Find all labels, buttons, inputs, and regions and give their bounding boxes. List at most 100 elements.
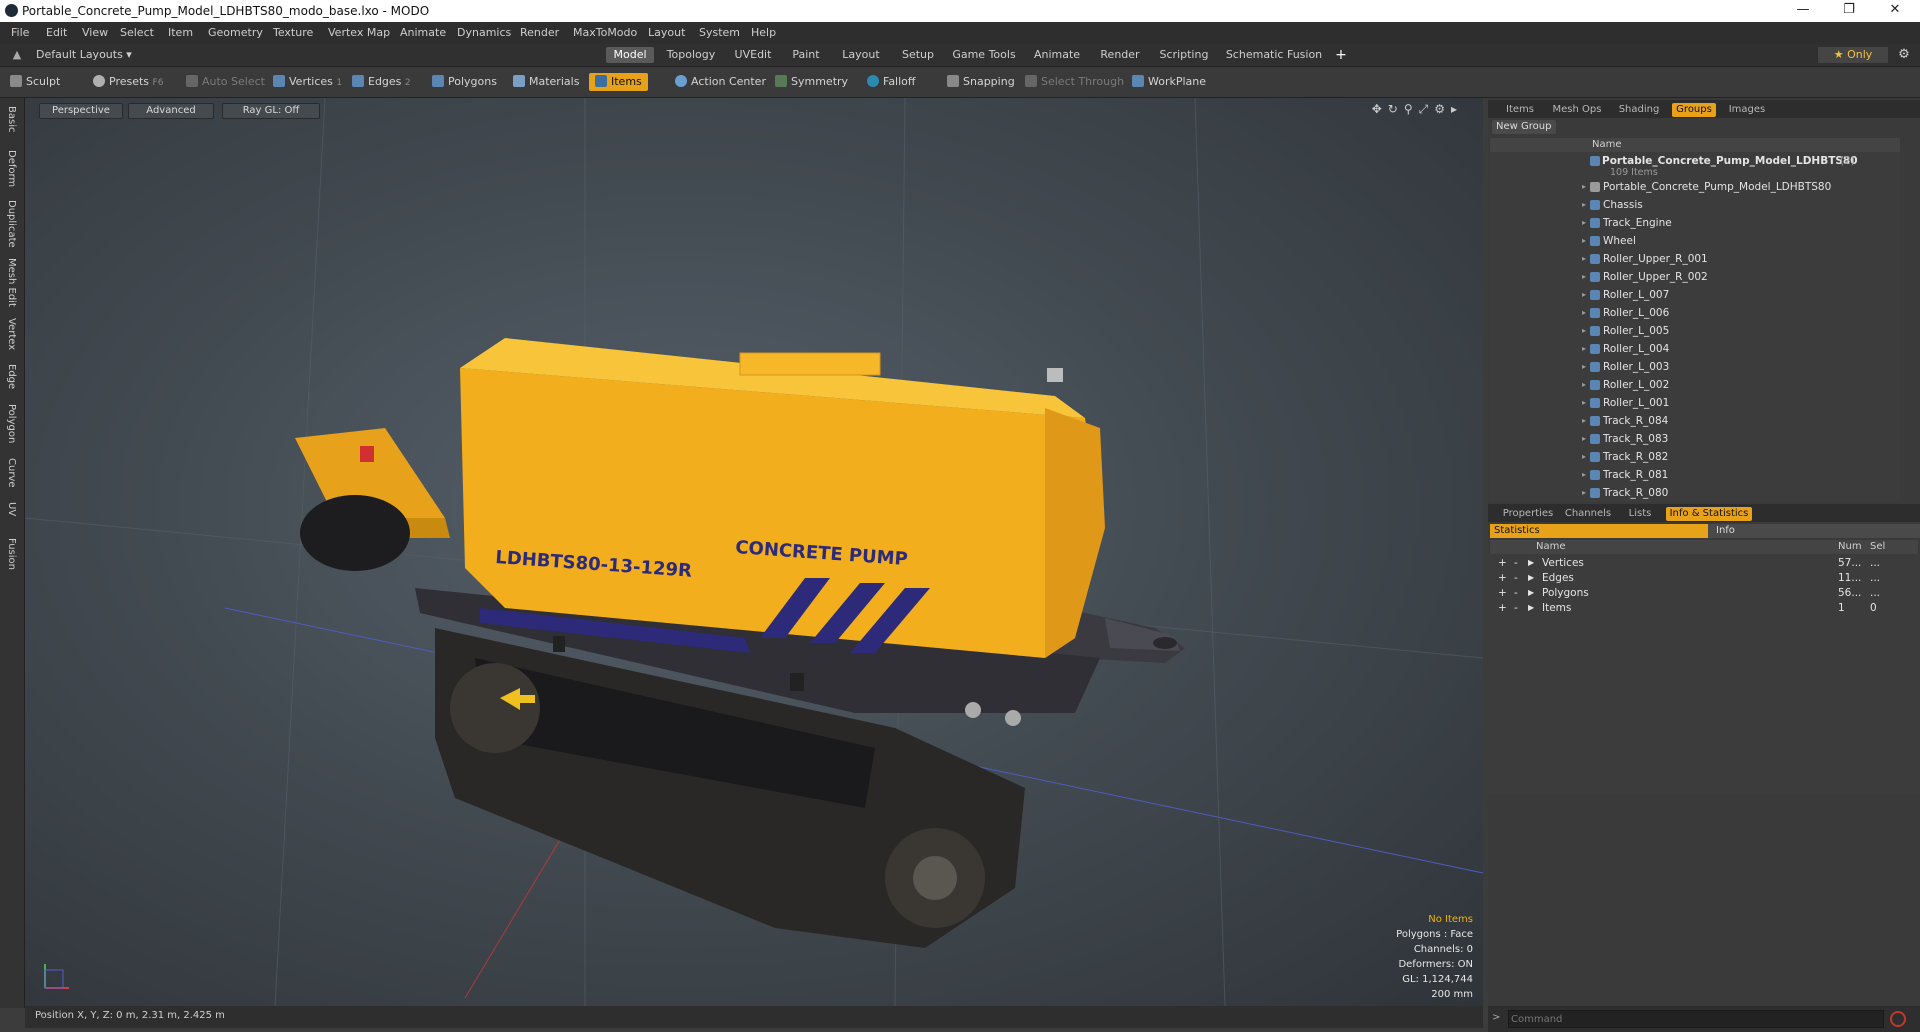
- auto-select-button[interactable]: Auto Select: [186, 73, 265, 91]
- tab-vertex[interactable]: Vertex: [6, 318, 17, 350]
- menu-file[interactable]: File: [11, 26, 29, 39]
- tab-layout[interactable]: Layout: [836, 47, 886, 63]
- tab-info-statistics[interactable]: Info & Statistics: [1666, 507, 1752, 521]
- group-item-row[interactable]: ▸ Roller_L_006: [1490, 304, 1900, 322]
- action-center-button[interactable]: Action Center: [675, 73, 766, 91]
- tab-mesh-edit[interactable]: Mesh Edit: [6, 258, 17, 307]
- tab-channels[interactable]: Channels: [1562, 507, 1614, 521]
- expand-arrow-icon[interactable]: ▸: [1582, 286, 1586, 304]
- menu-system[interactable]: System: [699, 26, 740, 39]
- expand-arrow-icon[interactable]: ▸: [1582, 394, 1586, 412]
- menu-layout[interactable]: Layout: [648, 26, 685, 39]
- expand-arrow-icon[interactable]: ▶: [1528, 599, 1534, 617]
- tab-curve[interactable]: Curve: [6, 458, 17, 488]
- group-item-row[interactable]: ▸ Roller_L_007: [1490, 286, 1900, 304]
- expand-arrow-icon[interactable]: ▸: [1582, 484, 1586, 502]
- expand-arrow-icon[interactable]: ▸: [1582, 430, 1586, 448]
- group-item-row[interactable]: ▸ Track_R_080: [1490, 484, 1900, 502]
- tab-render[interactable]: Render: [1094, 47, 1146, 63]
- expand-arrow-icon[interactable]: ▸: [1582, 376, 1586, 394]
- expand-arrow-icon[interactable]: ▸: [1582, 304, 1586, 322]
- group-item-row[interactable]: ▸ Roller_Upper_R_002: [1490, 268, 1900, 286]
- expand-arrow-icon[interactable]: ▸: [1582, 358, 1586, 376]
- symmetry-button[interactable]: Symmetry: [775, 73, 848, 91]
- subtab-info[interactable]: Info: [1708, 524, 1920, 538]
- menu-geometry[interactable]: Geometry: [208, 26, 263, 39]
- group-item-row[interactable]: ▸ Wheel: [1490, 232, 1900, 250]
- tab-shading[interactable]: Shading: [1614, 103, 1664, 117]
- expand-arrow-icon[interactable]: ▸: [1582, 178, 1586, 196]
- expand-arrow-icon[interactable]: ▸: [1582, 322, 1586, 340]
- group-item-row[interactable]: ▸ Chassis: [1490, 196, 1900, 214]
- tab-uvedit[interactable]: UVEdit: [730, 47, 776, 63]
- materials-button[interactable]: Materials: [513, 73, 579, 91]
- command-input[interactable]: [1508, 1010, 1884, 1028]
- workplane-button[interactable]: WorkPlane: [1132, 73, 1206, 91]
- menu-vertex-map[interactable]: Vertex Map: [328, 26, 390, 39]
- expand-arrow-icon[interactable]: ▸: [1582, 448, 1586, 466]
- record-icon[interactable]: [1890, 1011, 1906, 1027]
- menu-animate[interactable]: Animate: [400, 26, 446, 39]
- expand-arrow-icon[interactable]: ▸: [1582, 214, 1586, 232]
- menu-select[interactable]: Select: [120, 26, 154, 39]
- menu-render[interactable]: Render: [520, 26, 559, 39]
- add-tab-button[interactable]: +: [1334, 47, 1348, 63]
- tab-uv[interactable]: UV: [6, 502, 17, 516]
- tab-game-tools[interactable]: Game Tools: [950, 47, 1018, 63]
- expand-arrow-icon[interactable]: ▸: [1582, 268, 1586, 286]
- edges-button[interactable]: Edges 2: [352, 73, 411, 91]
- tab-mesh-ops[interactable]: Mesh Ops: [1548, 103, 1606, 117]
- falloff-button[interactable]: Falloff: [867, 73, 915, 91]
- tab-images[interactable]: Images: [1724, 103, 1770, 117]
- group-item-row[interactable]: ▸ Portable_Concrete_Pump_Model_LDHBTS80: [1490, 178, 1900, 196]
- stats-row[interactable]: + - ▶ Items 1 0: [1490, 599, 1918, 617]
- expand-arrow-icon[interactable]: ▸: [1582, 340, 1586, 358]
- group-item-row[interactable]: ▸ Track_R_082: [1490, 448, 1900, 466]
- 3d-viewport[interactable]: Perspective Advanced Ray GL: Off ✥↻⚲⤢⚙▸: [25, 98, 1483, 1006]
- snapping-button[interactable]: Snapping: [947, 73, 1015, 91]
- expand-arrow-icon[interactable]: ▸: [1582, 412, 1586, 430]
- only-toggle[interactable]: ★ Only: [1818, 47, 1888, 63]
- close-button[interactable]: ✕: [1872, 2, 1918, 20]
- tab-polygon[interactable]: Polygon: [6, 404, 17, 443]
- tab-duplicate[interactable]: Duplicate: [6, 200, 17, 248]
- menu-maxtomodo[interactable]: MaxToModo: [573, 26, 637, 39]
- tab-groups[interactable]: Groups: [1672, 103, 1716, 117]
- tab-topology[interactable]: Topology: [662, 47, 720, 63]
- group-item-row[interactable]: ▸ Track_Engine: [1490, 214, 1900, 232]
- menu-view[interactable]: View: [82, 26, 108, 39]
- tab-fusion[interactable]: Fusion: [6, 538, 17, 570]
- group-item-row[interactable]: ▸ Roller_Upper_R_001: [1490, 250, 1900, 268]
- group-item-row[interactable]: ▸ Track_R_084: [1490, 412, 1900, 430]
- tab-scripting[interactable]: Scripting: [1156, 47, 1212, 63]
- tab-deform[interactable]: Deform: [6, 150, 17, 187]
- maximize-button[interactable]: ❐: [1826, 2, 1872, 20]
- group-item-row[interactable]: ▸ Track_R_083: [1490, 430, 1900, 448]
- select-through-button[interactable]: Select Through: [1025, 73, 1124, 91]
- tab-properties[interactable]: Properties: [1500, 507, 1556, 521]
- tab-paint[interactable]: Paint: [786, 47, 826, 63]
- new-group-button[interactable]: New Group: [1492, 120, 1556, 134]
- subtab-statistics[interactable]: Statistics: [1490, 524, 1708, 538]
- vertices-button[interactable]: Vertices 1: [273, 73, 342, 91]
- tab-animate[interactable]: Animate: [1028, 47, 1086, 63]
- group-item-row[interactable]: ▸ Roller_L_001: [1490, 394, 1900, 412]
- tab-lists[interactable]: Lists: [1622, 507, 1658, 521]
- menu-help[interactable]: Help: [751, 26, 776, 39]
- expand-arrow-icon[interactable]: ▸: [1582, 196, 1586, 214]
- sculpt-button[interactable]: Sculpt: [10, 73, 60, 91]
- menu-dynamics[interactable]: Dynamics: [457, 26, 511, 39]
- group-item-row[interactable]: ▸ Track_R_081: [1490, 466, 1900, 484]
- tab-model[interactable]: Model: [606, 47, 654, 63]
- tab-edge[interactable]: Edge: [6, 364, 17, 389]
- group-item-row[interactable]: ▸ Roller_L_005: [1490, 322, 1900, 340]
- layout-selector[interactable]: Default Layouts ▾: [36, 47, 136, 63]
- expand-arrow-icon[interactable]: ▸: [1582, 232, 1586, 250]
- expand-arrow-icon[interactable]: ▸: [1582, 250, 1586, 268]
- tab-schematic-fusion[interactable]: Schematic Fusion: [1222, 47, 1326, 63]
- add-icon[interactable]: +: [1498, 599, 1507, 617]
- gear-icon[interactable]: ⚙: [1896, 47, 1912, 63]
- expand-arrow-icon[interactable]: ▸: [1582, 466, 1586, 484]
- group-item-row[interactable]: ▸ Roller_L_002: [1490, 376, 1900, 394]
- tab-setup[interactable]: Setup: [896, 47, 940, 63]
